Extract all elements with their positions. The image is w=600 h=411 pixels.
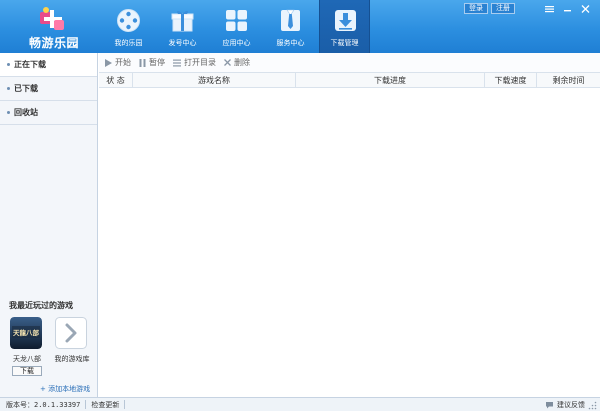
pause-icon	[139, 58, 146, 67]
nav-label: 应用中心	[222, 39, 251, 47]
tie-icon	[281, 9, 300, 31]
main-nav: 我的乐园 发号中心 应用中心 服务中心 下载管理	[103, 0, 373, 53]
resize-grip-icon[interactable]	[588, 401, 597, 410]
sidebar-item-label: 正在下载	[14, 60, 46, 69]
delete-label: 删除	[234, 58, 250, 67]
open-directory-button[interactable]: 打开目录	[173, 57, 216, 68]
game-thumbnail: 天龍八部	[10, 317, 42, 349]
register-button[interactable]: 注册	[491, 3, 515, 14]
nav-app-center[interactable]: 应用中心	[211, 0, 262, 53]
apps-grid-icon	[226, 10, 247, 31]
nav-label: 下载管理	[330, 39, 359, 47]
sidebar-item-label: 回收站	[14, 108, 38, 117]
toolbar: 开始 暂停 打开目录 删除	[99, 53, 600, 73]
open-directory-label: 打开目录	[184, 58, 216, 67]
status-bar: 版本号：2.0.1.33397 检查更新 建议反馈	[0, 397, 600, 411]
sidebar-item-downloading[interactable]: 正在下载	[0, 53, 97, 77]
logo-icon	[40, 7, 64, 30]
sidebar-item-downloaded[interactable]: 已下载	[0, 77, 97, 101]
pause-button[interactable]: 暂停	[139, 57, 165, 68]
list-icon	[173, 59, 181, 66]
column-time-remaining[interactable]: 剩余时间	[537, 73, 600, 88]
add-local-game-link[interactable]: + 添加本地游戏	[40, 384, 90, 394]
window-controls	[540, 2, 594, 15]
start-label: 开始	[115, 58, 131, 67]
play-icon	[105, 58, 112, 67]
delete-x-icon	[224, 59, 231, 66]
close-icon	[581, 4, 589, 13]
account-links: 登录 注册	[464, 3, 518, 14]
game-thumb-label: 天龍八部	[13, 328, 40, 337]
download-icon	[335, 10, 356, 31]
delete-button[interactable]: 删除	[224, 57, 250, 68]
download-manager-panel: 开始 暂停 打开目录 删除 状 态 游戏名称 下载进度 下载速度 剩余时间	[99, 53, 600, 397]
start-button[interactable]: 开始	[105, 57, 131, 68]
download-list	[99, 88, 600, 396]
recent-game-tlbb[interactable]: 天龍八部 天龙八部	[10, 317, 48, 363]
minimize-icon	[563, 9, 571, 11]
divider	[85, 400, 87, 409]
nav-download-manager[interactable]: 下载管理	[319, 0, 370, 53]
app-logo: 畅游乐园	[14, 4, 94, 50]
nav-gift-center[interactable]: 发号中心	[157, 0, 208, 53]
game-download-button[interactable]: 下载	[12, 366, 42, 376]
column-status[interactable]: 状 态	[99, 73, 133, 88]
speech-bubble-icon	[546, 402, 553, 409]
gift-icon	[171, 10, 194, 32]
column-progress[interactable]: 下载进度	[296, 73, 485, 88]
divider	[124, 400, 126, 409]
pause-label: 暂停	[149, 58, 165, 67]
gamepad-icon	[117, 9, 140, 32]
menu-icon	[544, 5, 554, 12]
recent-games-title: 我最近玩过的游戏	[9, 301, 73, 310]
nav-label: 服务中心	[276, 39, 305, 47]
check-update-link[interactable]: 检查更新	[91, 400, 119, 410]
title-bar: 畅游乐园 我的乐园 发号中心 应用中心 服务中心 下载管理 登录 注册	[0, 0, 600, 53]
feedback-label: 建议反馈	[557, 401, 585, 409]
bullet-icon	[7, 87, 10, 90]
menu-button[interactable]	[540, 2, 558, 15]
table-header: 状 态 游戏名称 下载进度 下载速度 剩余时间	[99, 73, 600, 88]
nav-label: 发号中心	[168, 39, 197, 47]
sidebar-item-recycle-bin[interactable]: 回收站	[0, 101, 97, 125]
sidebar: 正在下载 已下载 回收站 我最近玩过的游戏 天龍八部 天龙八部 我的游戏库 下载	[0, 53, 98, 397]
nav-service-center[interactable]: 服务中心	[265, 0, 316, 53]
bullet-icon	[7, 63, 10, 66]
login-button[interactable]: 登录	[464, 3, 488, 14]
bullet-icon	[7, 111, 10, 114]
close-button[interactable]	[576, 2, 594, 15]
game-name: 天龙八部	[13, 355, 41, 363]
logo-text: 畅游乐园	[28, 36, 79, 50]
column-game-name[interactable]: 游戏名称	[133, 73, 296, 88]
sidebar-item-label: 已下载	[14, 84, 38, 93]
minimize-button[interactable]	[558, 2, 576, 15]
nav-my-park[interactable]: 我的乐园	[103, 0, 154, 53]
my-game-library[interactable]: 我的游戏库	[55, 317, 93, 363]
version-text: 版本号：2.0.1.33397	[6, 400, 81, 409]
column-speed[interactable]: 下载速度	[485, 73, 537, 88]
nav-label: 我的乐园	[114, 39, 143, 47]
game-name: 我的游戏库	[54, 355, 90, 363]
feedback-button[interactable]: 建议反馈	[545, 400, 585, 410]
chevron-right-icon	[55, 317, 87, 349]
